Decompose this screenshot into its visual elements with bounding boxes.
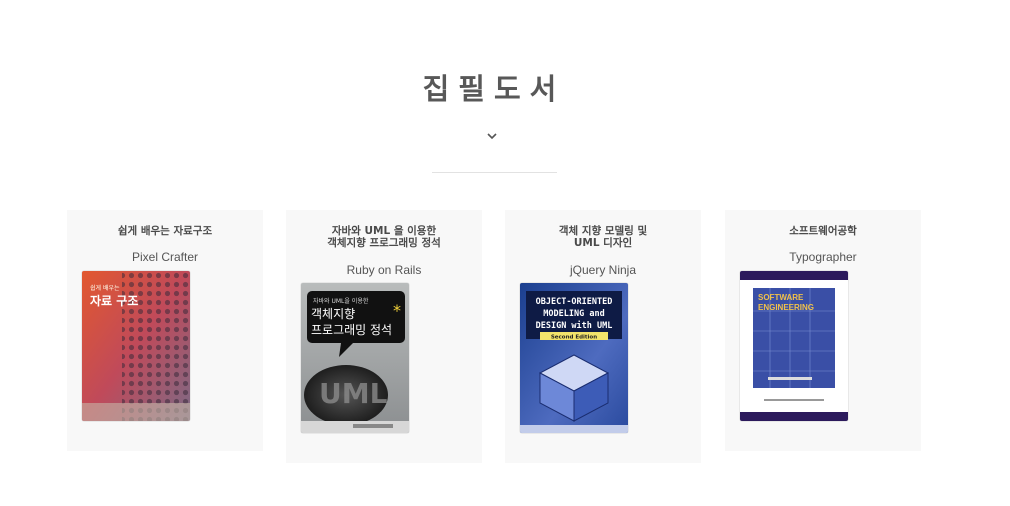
book-author: Pixel Crafter xyxy=(131,250,199,264)
title-divider xyxy=(432,172,557,173)
chevron-down-icon[interactable] xyxy=(487,131,497,141)
book-cover[interactable]: SOFTWARE ENGINEERING xyxy=(740,271,848,421)
section-title: 집필도서 xyxy=(422,72,566,106)
cover-title-1: SOFTWARE xyxy=(758,293,804,302)
cover-title-2: ENGINEERING xyxy=(758,303,814,312)
cover-title-3: DESIGN with UML xyxy=(536,320,613,331)
book-card[interactable]: 쉽게 배우는 자료구조 Pixel Crafter 쉽게 배우는 자료 구조 xyxy=(67,210,263,451)
cover-title-2: 프로그래밍 정석 xyxy=(311,323,392,337)
book-card[interactable]: 소프트웨어공학 Typographer SOFTWARE ENGINEERING xyxy=(725,210,921,451)
book-title: 객체 지향 모델링 및 UML 디자인 xyxy=(558,225,648,249)
book-cover[interactable]: 자바와 UML을 이용한 객체지향 프로그래밍 정석 * UML xyxy=(301,283,409,433)
book-title: 소프트웨어공학 xyxy=(789,225,857,237)
book-cover[interactable]: 쉽게 배우는 자료 구조 xyxy=(82,271,190,421)
svg-text:UML: UML xyxy=(319,377,388,410)
book-author: Typographer xyxy=(789,250,857,264)
book-card[interactable]: 객체 지향 모델링 및 UML 디자인 jQuery Ninja OBJECT-… xyxy=(505,210,701,463)
cover-subtitle: 자바와 UML을 이용한 xyxy=(313,297,369,305)
book-card[interactable]: 자바와 UML 을 이용한 객체지향 프로그래밍 정석 Ruby on Rail… xyxy=(286,210,482,463)
book-cover[interactable]: OBJECT-ORIENTED MODELING and DESIGN with… xyxy=(520,283,628,433)
cover-edition: Second Edition xyxy=(551,335,597,341)
book-title: 자바와 UML 을 이용한 객체지향 프로그래밍 정석 xyxy=(327,225,441,249)
svg-text:*: * xyxy=(393,301,401,320)
book-author: jQuery Ninja xyxy=(569,263,637,277)
page: 집필도서 쉽게 배우는 자료구조 Pixel Crafter 쉽게 배우는 자료… xyxy=(0,0,1010,506)
book-author: Ruby on Rails xyxy=(346,263,422,277)
book-title: 쉽게 배우는 자료구조 xyxy=(117,225,213,237)
cover-subtitle: 쉽게 배우는 xyxy=(90,284,120,292)
cover-title-2: MODELING and xyxy=(543,309,604,319)
cover-title-1: OBJECT-ORIENTED xyxy=(536,297,613,307)
cover-title: 자료 구조 xyxy=(90,293,138,308)
cover-title-1: 객체지향 xyxy=(311,307,355,321)
